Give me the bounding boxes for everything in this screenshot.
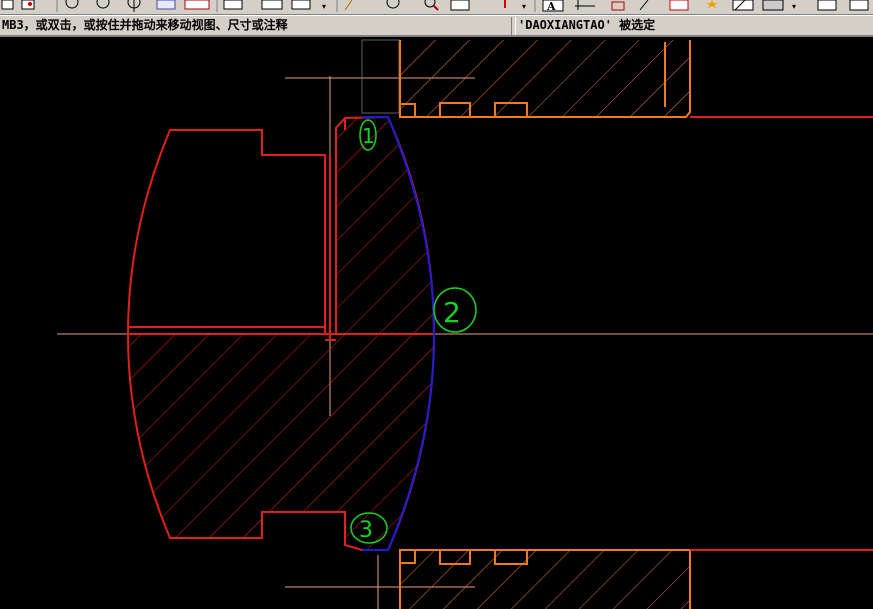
svg-text:▾: ▾ xyxy=(322,2,326,11)
guide-sleeve-part[interactable] xyxy=(126,115,436,551)
annotation-2: 2 xyxy=(433,287,477,333)
svg-text:▾: ▾ xyxy=(792,2,796,11)
table-icon[interactable] xyxy=(223,0,243,10)
move-icon[interactable] xyxy=(611,1,625,11)
iso-view-icon[interactable] xyxy=(762,0,784,11)
page-icon[interactable] xyxy=(450,0,470,11)
view-icon[interactable] xyxy=(156,0,176,10)
axis-icon[interactable] xyxy=(127,0,141,12)
command-prompt-text: MB3，或双击，或按住并拖动来移动视图、尺寸或注释 xyxy=(0,17,512,35)
housing-top[interactable] xyxy=(361,39,873,118)
window-icon[interactable] xyxy=(669,0,689,11)
edit-icon[interactable] xyxy=(639,0,649,11)
dimension-icon[interactable] xyxy=(575,0,595,10)
fold-icon[interactable] xyxy=(817,0,869,11)
toolbar-icons: ▾ ▾ A ▾ xyxy=(1,0,869,13)
svg-text:A: A xyxy=(546,0,556,13)
drawing-canvas[interactable]: 1 2 3 xyxy=(0,37,873,609)
cad-drawing[interactable]: 1 2 3 xyxy=(0,37,873,609)
circle-tool-icon[interactable] xyxy=(65,0,79,9)
status-bar: MB3，或双击，或按住并拖动来移动视图、尺寸或注释 'DAOXIANGTAO' … xyxy=(0,15,873,37)
housing-bottom[interactable] xyxy=(399,549,873,609)
hatch-icon[interactable] xyxy=(732,0,754,11)
annotation-1: 1 xyxy=(359,119,377,151)
circle-tool-icon[interactable] xyxy=(386,0,400,9)
text-icon[interactable]: A xyxy=(542,0,564,13)
frame-icon[interactable] xyxy=(261,0,311,10)
pen-icon[interactable] xyxy=(344,0,353,11)
star-icon[interactable] xyxy=(706,0,718,8)
grid-icon[interactable] xyxy=(184,0,210,10)
open-file-icon[interactable] xyxy=(21,0,35,10)
annotation-1-label: 1 xyxy=(362,124,375,148)
svg-text:▾: ▾ xyxy=(522,2,526,11)
circle-tool-icon[interactable] xyxy=(96,0,110,9)
selection-status-text: 'DAOXIANGTAO' 被选定 xyxy=(515,17,871,35)
annotation-3-label: 3 xyxy=(359,518,373,543)
toolbar: ▾ ▾ A ▾ xyxy=(0,0,873,15)
zoom-icon[interactable] xyxy=(424,0,439,11)
annotation-2-label: 2 xyxy=(443,296,461,329)
new-file-icon[interactable] xyxy=(1,0,14,10)
